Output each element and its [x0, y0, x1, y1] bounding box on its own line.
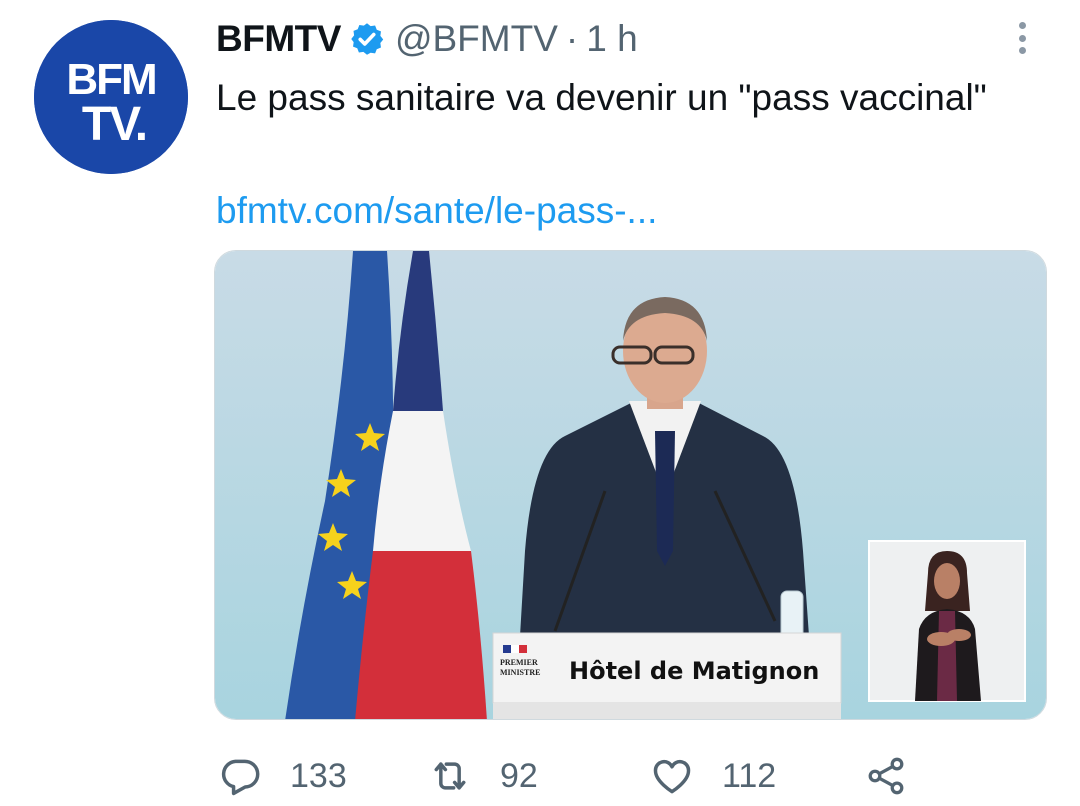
heart-icon — [653, 759, 691, 794]
like-count: 112 — [722, 756, 777, 795]
tweet-actions: 133 92 112 — [214, 752, 934, 800]
avatar-logo-line2: TV. — [82, 98, 146, 151]
reply-count: 133 — [290, 756, 347, 795]
share-icon — [868, 757, 904, 795]
header-separator: · — [565, 18, 579, 59]
tweet-timestamp[interactable]: 1 h — [586, 18, 637, 60]
podium-label: Hôtel de Matignon — [569, 657, 819, 685]
avatar-logo-line1: BFM — [66, 55, 155, 104]
tweet-text: Le pass sanitaire va devenir un "pass va… — [216, 77, 987, 118]
like-button[interactable]: 112 — [650, 752, 776, 800]
share-button[interactable] — [864, 752, 908, 800]
reply-button[interactable]: 133 — [218, 752, 347, 800]
tweet-link[interactable]: bfmtv.com/sante/le-pass-... — [216, 186, 657, 236]
author-avatar[interactable]: BFM TV. — [34, 20, 188, 174]
republique-logo — [503, 645, 527, 653]
author-handle[interactable]: @BFMTV — [395, 18, 558, 60]
tweet-media-image[interactable]: PREMIER MINISTRE Hôtel de Matignon — [214, 250, 1047, 720]
retweet-button[interactable]: 92 — [428, 752, 538, 800]
podium-logo-line2: MINISTRE — [500, 668, 540, 677]
retweet-icon — [434, 762, 466, 790]
author-name[interactable]: BFMTV — [216, 18, 341, 60]
verified-badge-icon — [351, 23, 384, 55]
retweet-count: 92 — [500, 756, 538, 795]
tweet-header: BFMTV @BFMTV · 1 h — [216, 16, 638, 62]
french-flag — [355, 551, 487, 719]
podium-logo-line1: PREMIER — [500, 658, 538, 667]
more-options-icon[interactable] — [1008, 18, 1036, 58]
bfmtv-logo: BFM TV. — [34, 20, 188, 174]
reply-icon — [221, 759, 260, 796]
